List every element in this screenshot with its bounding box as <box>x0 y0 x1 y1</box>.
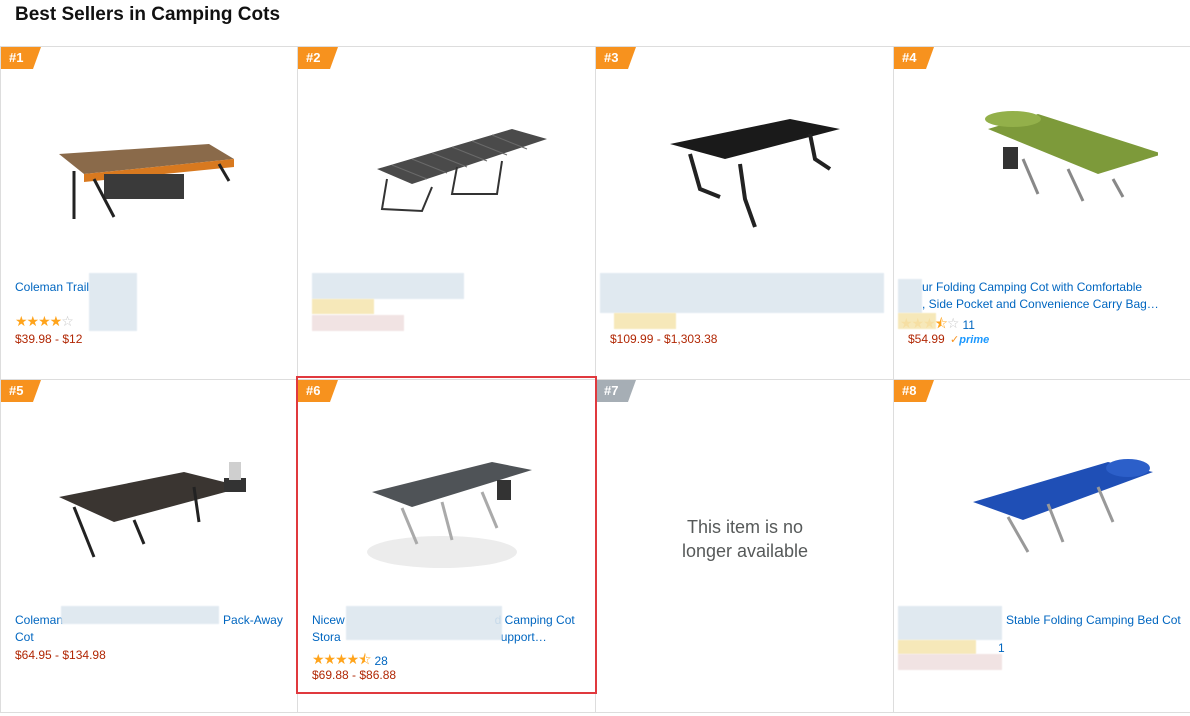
product-image[interactable] <box>34 99 264 249</box>
price: $64.95 - $134.98 <box>15 648 106 662</box>
price: $69.88 - $86.88 <box>312 668 397 682</box>
product-card-2[interactable]: #2 <box>298 47 596 380</box>
redacted-area <box>312 315 404 331</box>
price: $39.98 - $12 <box>15 332 83 346</box>
page-title: Best Sellers in Camping Cots <box>15 4 281 25</box>
product-card-5[interactable]: #5 Coleman Pack-Away Cot $64.95 - $134.98 <box>0 380 298 713</box>
rank-badge: #1 <box>1 47 41 69</box>
product-card-1[interactable]: #1 Coleman Trail ★★★★☆ $39.98 - $12 <box>0 47 298 380</box>
product-image[interactable] <box>34 432 264 582</box>
rank-badge: #2 <box>298 47 338 69</box>
redacted-area <box>312 273 464 299</box>
product-card-6[interactable]: #6 Nicew d Camping Cot Stora upport… ★★★★⯪… <box>298 380 596 713</box>
redacted-area <box>614 313 676 329</box>
product-card-4[interactable]: #4 ur Folding Camping Cot with Comfortab… <box>894 47 1190 380</box>
redacted-area <box>898 313 936 329</box>
product-card-7: #7 This item is no longer available <box>596 380 894 713</box>
price: $109.99 - $1,303.38 <box>610 332 718 346</box>
product-title[interactable]: Stable Folding Camping Bed Cot <box>1006 612 1186 629</box>
bestseller-grid: #1 Coleman Trail ★★★★☆ $39.98 - $12 #2 #… <box>0 46 1190 713</box>
rank-badge: #6 <box>298 380 338 402</box>
redacted-area <box>600 273 884 313</box>
redacted-area <box>898 640 976 654</box>
price: $54.99 ✓prime <box>908 332 990 346</box>
product-image[interactable] <box>332 99 562 249</box>
review-count[interactable]: 28 <box>374 654 387 668</box>
product-title[interactable]: ur Folding Camping Cot with Comfortable … <box>922 279 1190 313</box>
rank-badge: #8 <box>894 380 934 402</box>
redacted-area <box>346 606 502 640</box>
rank-badge: #4 <box>894 47 934 69</box>
rank-badge: #5 <box>1 380 41 402</box>
prime-logo: ✓prime <box>950 334 990 346</box>
rank-badge: #7 <box>596 380 636 402</box>
unavailable-message: This item is no longer available <box>681 517 809 561</box>
product-card-3[interactable]: #3 $109.99 - $1,303.38 <box>596 47 894 380</box>
product-image[interactable] <box>332 432 562 582</box>
review-count[interactable]: 1 <box>998 641 1005 655</box>
redacted-area <box>898 279 922 313</box>
product-image[interactable] <box>928 432 1158 582</box>
review-count[interactable]: 11 <box>962 318 974 332</box>
redacted-area <box>61 606 219 624</box>
product-title[interactable]: Coleman Trail <box>15 279 285 296</box>
redacted-area <box>898 606 1002 640</box>
product-image[interactable] <box>928 99 1158 249</box>
rating[interactable]: ★★★★☆ <box>15 313 74 330</box>
redacted-area <box>312 299 374 314</box>
product-card-8[interactable]: #8 Stable Folding Camping Bed Cot 1 <box>894 380 1190 713</box>
rank-badge: #3 <box>596 47 636 69</box>
product-image[interactable] <box>630 99 860 249</box>
redacted-area <box>898 654 1002 670</box>
star-icon: ★★★★☆ <box>15 313 74 329</box>
redacted-area <box>89 273 137 331</box>
